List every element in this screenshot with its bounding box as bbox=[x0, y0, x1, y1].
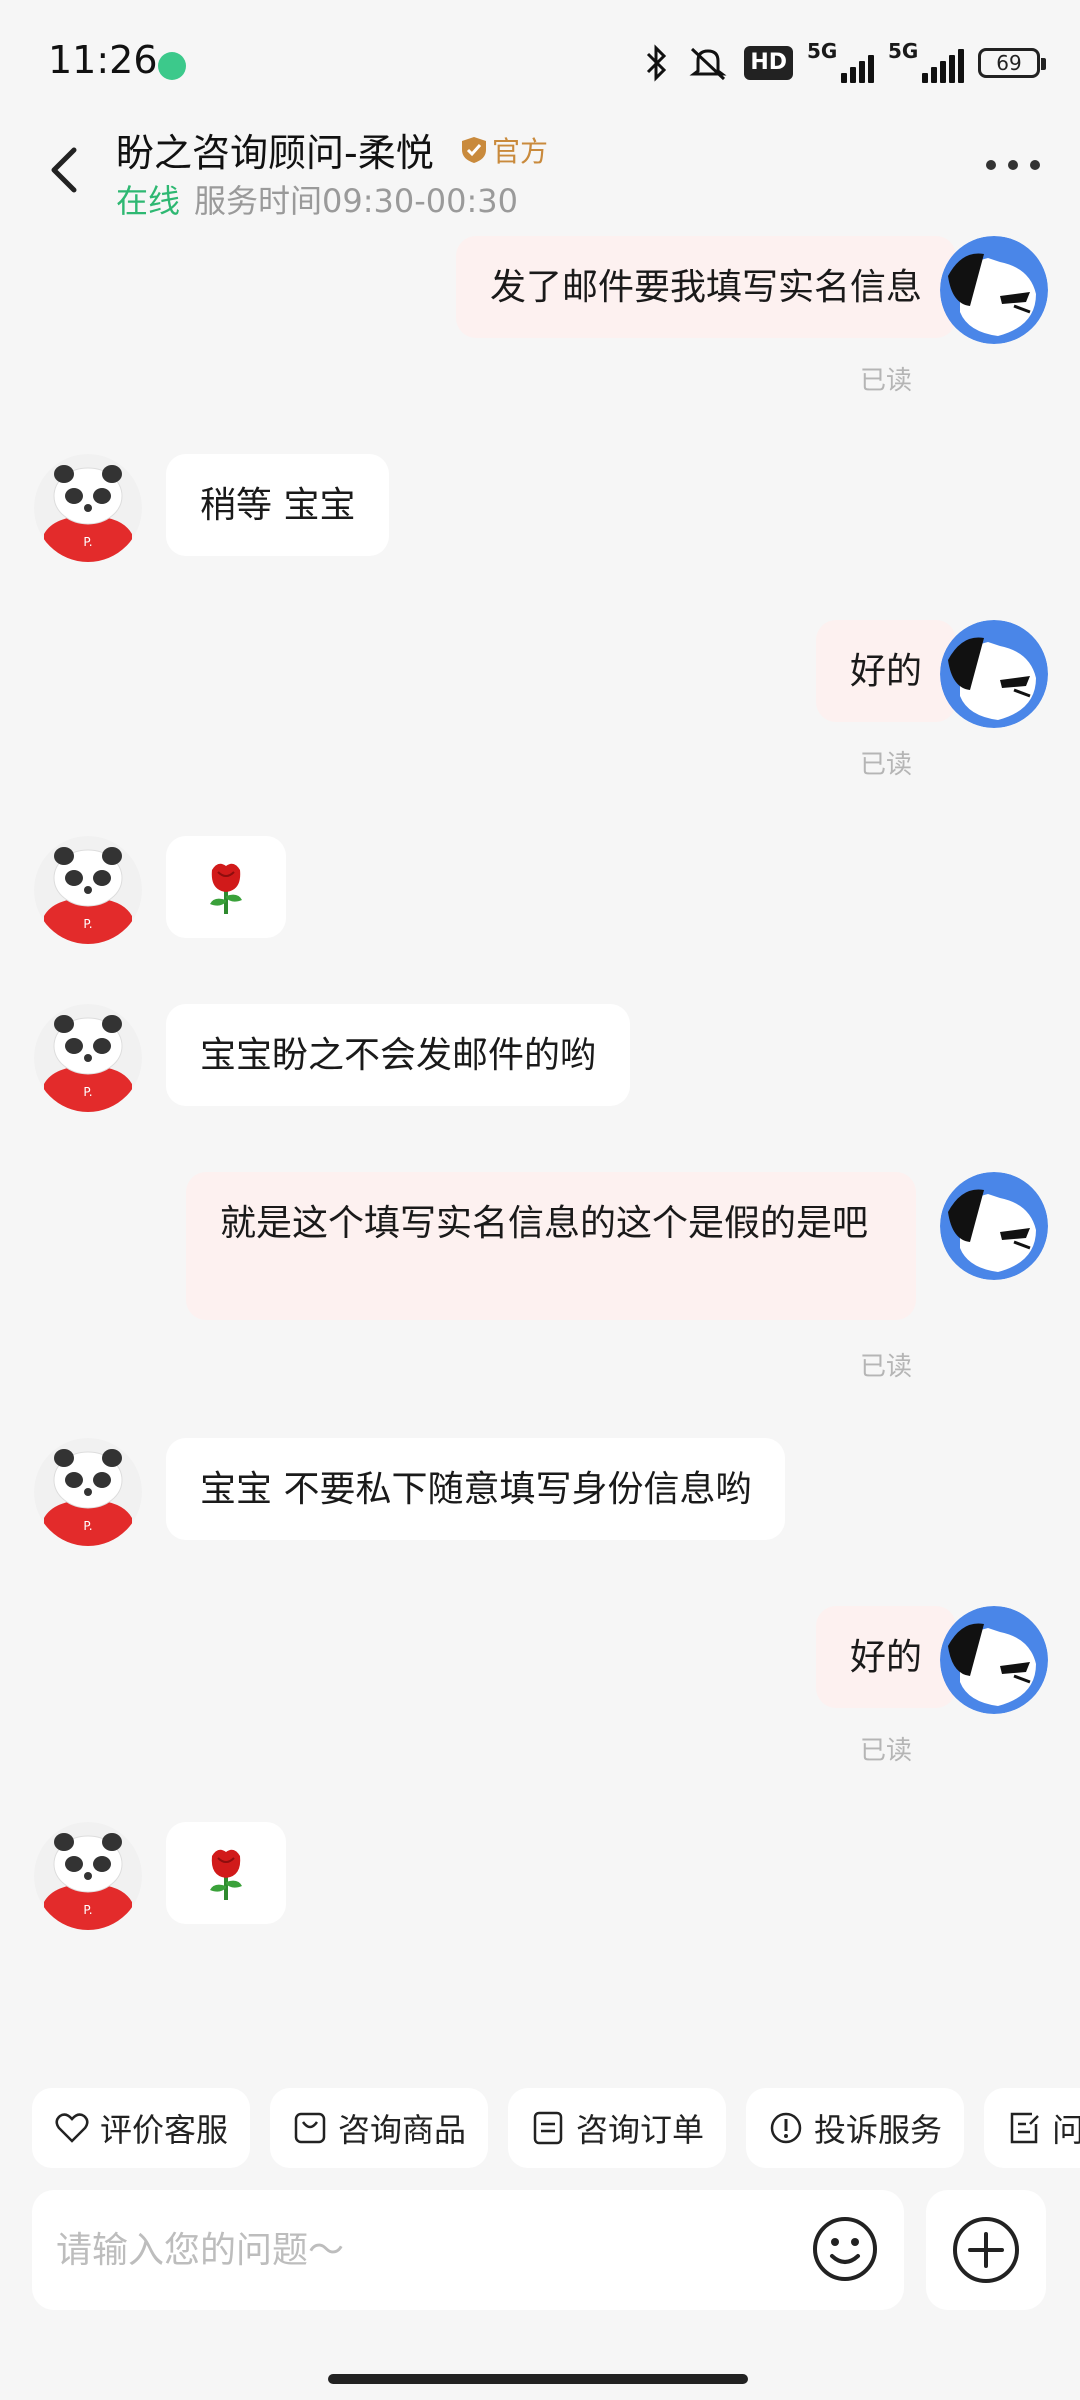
shield-check-icon bbox=[462, 137, 486, 163]
status-time: 11:26 bbox=[48, 38, 158, 82]
battery-icon: 69 bbox=[978, 48, 1046, 78]
message-bubble-incoming[interactable] bbox=[166, 1822, 286, 1924]
mute-bell-icon bbox=[686, 43, 730, 83]
rose-emoji-icon bbox=[210, 1849, 242, 1900]
consult-order-button[interactable]: 咨询订单 bbox=[508, 2088, 727, 2168]
signal-strength-icon: 5G bbox=[807, 39, 874, 83]
panda-mascot-icon: P. bbox=[34, 1822, 142, 1930]
edit-note-icon bbox=[1010, 2112, 1039, 2144]
panda-mascot-icon: P. bbox=[34, 836, 142, 944]
svg-text:P.: P. bbox=[83, 1085, 92, 1099]
user-avatar[interactable] bbox=[940, 620, 1048, 728]
read-receipt: 已读 bbox=[860, 366, 913, 396]
questionnaire-button[interactable]: 问 bbox=[984, 2088, 1080, 2168]
emoji-icon[interactable] bbox=[810, 2214, 880, 2284]
agent-avatar[interactable]: P. bbox=[34, 1822, 142, 1930]
quick-actions-bar: 评价客服 咨询商品 咨询订单 投诉服务 问 bbox=[32, 2088, 1080, 2168]
message-bubble-outgoing[interactable]: 好的 bbox=[815, 620, 956, 722]
app-indicator-icon bbox=[158, 52, 186, 80]
signal-strength-icon-2: 5G bbox=[888, 39, 964, 83]
message-bubble-outgoing[interactable]: 发了邮件要我填写实名信息 bbox=[455, 236, 956, 338]
rate-agent-button[interactable]: 评价客服 bbox=[32, 2088, 251, 2168]
chat-screen: 11:26 HD 5G 5G 69 盼之咨询顾问-柔悦 官方 在线 服务时间09… bbox=[0, 0, 1080, 2400]
status-icons: HD 5G 5G 69 bbox=[642, 39, 1046, 86]
back-button[interactable] bbox=[40, 138, 90, 202]
order-list-icon bbox=[533, 2111, 563, 2145]
message-input-container bbox=[32, 2190, 904, 2310]
online-status: 在线 bbox=[116, 182, 181, 220]
bluetooth-icon bbox=[642, 43, 672, 83]
chat-header: 盼之咨询顾问-柔悦 官方 在线 服务时间09:30-00:30 bbox=[0, 120, 1080, 230]
panda-mascot-icon: P. bbox=[34, 454, 142, 562]
status-bar: 11:26 HD 5G 5G 69 bbox=[0, 0, 1080, 120]
agent-avatar[interactable]: P. bbox=[34, 836, 142, 944]
agent-avatar[interactable]: P. bbox=[34, 1438, 142, 1546]
message-bubble-incoming[interactable]: 宝宝盼之不会发邮件的哟 bbox=[166, 1004, 631, 1106]
panda-mascot-icon: P. bbox=[34, 1438, 142, 1546]
hd-voice-icon: HD bbox=[744, 46, 793, 80]
add-attachment-button[interactable] bbox=[926, 2190, 1046, 2310]
rose-emoji-icon bbox=[210, 863, 242, 914]
home-indicator[interactable] bbox=[328, 2374, 748, 2384]
svg-text:P.: P. bbox=[83, 535, 92, 549]
plus-circle-icon bbox=[953, 2217, 1019, 2283]
svg-text:P.: P. bbox=[83, 917, 92, 931]
alert-circle-icon bbox=[770, 2112, 802, 2144]
message-bubble-incoming[interactable] bbox=[166, 836, 286, 938]
message-bubble-outgoing[interactable]: 就是这个填写实名信息的这个是假的是吧 bbox=[186, 1172, 916, 1320]
message-bubble-incoming[interactable]: 稍等 宝宝 bbox=[166, 454, 390, 556]
complaint-button[interactable]: 投诉服务 bbox=[746, 2088, 965, 2168]
svg-text:P.: P. bbox=[83, 1903, 92, 1917]
panda-mascot-icon: P. bbox=[34, 1004, 142, 1112]
consult-product-button[interactable]: 咨询商品 bbox=[270, 2088, 489, 2168]
chat-title: 盼之咨询顾问-柔悦 bbox=[116, 131, 434, 175]
service-hours: 服务时间09:30-00:30 bbox=[194, 182, 518, 220]
message-bubble-incoming[interactable]: 宝宝 不要私下随意填写身份信息哟 bbox=[166, 1438, 786, 1540]
read-receipt: 已读 bbox=[860, 1736, 913, 1766]
more-dot-icon bbox=[986, 160, 996, 170]
read-receipt: 已读 bbox=[860, 1352, 913, 1382]
heart-icon bbox=[55, 2113, 89, 2143]
chevron-left-icon bbox=[51, 147, 77, 193]
read-receipt: 已读 bbox=[860, 750, 913, 780]
user-avatar[interactable] bbox=[940, 1172, 1048, 1280]
official-badge: 官方 bbox=[460, 130, 548, 170]
bag-icon bbox=[294, 2112, 326, 2144]
user-avatar[interactable] bbox=[940, 236, 1048, 344]
message-bubble-outgoing[interactable]: 好的 bbox=[815, 1606, 956, 1708]
user-avatar[interactable] bbox=[940, 1606, 1048, 1714]
agent-avatar[interactable]: P. bbox=[34, 1004, 142, 1112]
message-input[interactable] bbox=[56, 2210, 796, 2290]
agent-avatar[interactable]: P. bbox=[34, 454, 142, 562]
more-options-button[interactable] bbox=[986, 160, 1040, 170]
svg-text:P.: P. bbox=[83, 1519, 92, 1533]
